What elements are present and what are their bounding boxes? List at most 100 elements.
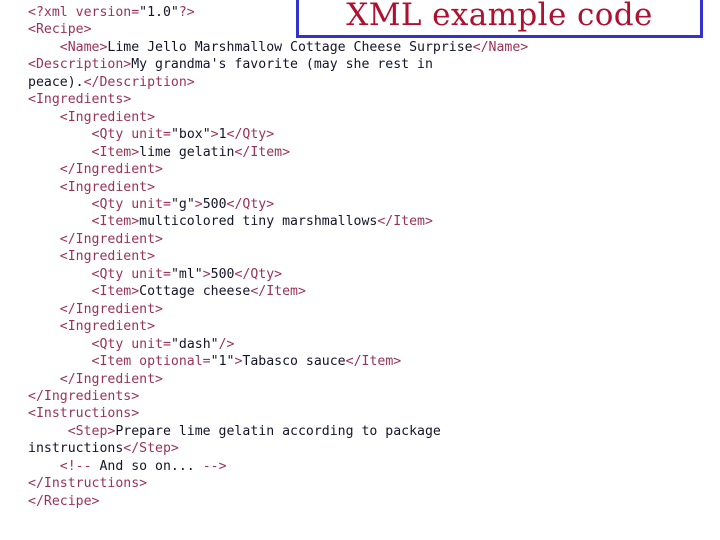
xml-tag: </Item> — [250, 284, 306, 300]
code-line: <Qty unit="ml">500</Qty> — [28, 266, 700, 283]
xml-comment-delimiter: --> — [202, 458, 227, 474]
code-line: <Ingredient> — [28, 179, 700, 196]
xml-tag: > — [194, 196, 203, 212]
xml-tag: <Ingredients> — [28, 92, 132, 108]
code-line: <Item>lime gelatin</Item> — [28, 144, 700, 161]
xml-text: Tabasco sauce — [242, 354, 346, 370]
xml-tag: <Item> — [91, 214, 140, 230]
code-line: <Name>Lime Jello Marshmallow Cottage Che… — [28, 39, 700, 56]
xml-tag: </Item> — [345, 354, 402, 370]
xml-tag: </Qty> — [234, 266, 283, 282]
xml-tag: > — [210, 127, 219, 143]
xml-comment-text: And so on... — [91, 458, 203, 474]
xml-tag: </Description> — [83, 74, 195, 90]
code-line: </Ingredient> — [28, 371, 700, 388]
xml-tag: </Instructions> — [28, 476, 148, 492]
code-line: <Ingredient> — [28, 248, 700, 265]
xml-text: "1.0" — [139, 5, 179, 20]
xml-text: 1 — [218, 127, 227, 143]
xml-tag: </Ingredient> — [59, 371, 163, 387]
code-line: <Description>My grandma's favorite (may … — [28, 56, 700, 73]
page-title: XML example code — [346, 0, 653, 33]
xml-tag: </Item> — [234, 144, 291, 160]
code-line: <Item>Cottage cheese</Item> — [28, 283, 700, 300]
xml-comment-delimiter: <!-- — [59, 458, 92, 474]
xml-tag: </Step> — [123, 441, 179, 457]
code-line: <Ingredients> — [28, 91, 700, 108]
code-line: </Ingredients> — [28, 388, 700, 405]
code-line: <Ingredient> — [28, 318, 700, 335]
xml-text: lime gelatin — [139, 144, 235, 160]
xml-tag: <Ingredient> — [59, 179, 156, 195]
xml-tag: </Qty> — [226, 196, 275, 212]
xml-tag: /> — [218, 336, 235, 352]
code-line: <Step>Prepare lime gelatin according to … — [28, 423, 700, 440]
xml-tag: <Ingredient> — [59, 109, 156, 125]
xml-tag: <Step> — [67, 423, 116, 439]
xml-tag: <Qty unit= — [91, 336, 171, 352]
code-line: <Qty unit="g">500</Qty> — [28, 196, 700, 213]
xml-tag: <Ingredient> — [59, 249, 156, 265]
code-line: <Item>multicolored tiny marshmallows</It… — [28, 213, 700, 230]
xml-tag: <Qty unit= — [91, 266, 171, 282]
code-line: </Instructions> — [28, 475, 700, 492]
code-line: peace).</Description> — [28, 74, 700, 91]
xml-tag: <Instructions> — [28, 406, 140, 422]
xml-tag: <Item> — [91, 144, 140, 160]
xml-text: "1" — [210, 354, 235, 370]
title-banner: XML example code — [296, 0, 703, 38]
xml-text: peace). — [28, 74, 84, 90]
xml-tag: </Ingredient> — [59, 162, 163, 178]
xml-text: multicolored tiny marshmallows — [139, 214, 378, 230]
code-line: </Recipe> — [28, 493, 700, 510]
xml-tag: </Ingredients> — [28, 388, 140, 404]
code-line: <Item optional="1">Tabasco sauce</Item> — [28, 353, 700, 370]
xml-text: "g" — [170, 196, 195, 212]
xml-text: instructions — [28, 441, 124, 457]
xml-tag: <Recipe> — [28, 22, 92, 38]
xml-text: Cottage cheese — [139, 284, 251, 300]
xml-text: My grandma's favorite (may she rest in — [131, 57, 433, 73]
code-line: <Qty unit="box">1</Qty> — [28, 126, 700, 143]
xml-tag: <Item> — [91, 284, 140, 300]
xml-text: "dash" — [170, 336, 219, 352]
xml-tag: <?xml version= — [28, 5, 140, 20]
xml-tag: </Name> — [472, 39, 529, 55]
xml-text: Lime Jello Marshmallow Cottage Cheese Su… — [107, 39, 473, 55]
xml-tag: </Ingredient> — [59, 301, 163, 317]
xml-tag: <Qty unit= — [91, 127, 171, 143]
xml-text: "ml" — [170, 266, 203, 282]
xml-tag: </Qty> — [226, 127, 275, 143]
xml-tag: ?> — [178, 5, 195, 20]
code-line: </Ingredient> — [28, 161, 700, 178]
xml-text: Prepare lime gelatin according to packag… — [115, 423, 441, 439]
xml-text: 500 — [210, 266, 235, 282]
code-line: instructions</Step> — [28, 440, 700, 457]
xml-tag: <Item optional= — [91, 354, 211, 370]
xml-tag: <Ingredient> — [59, 319, 156, 335]
xml-tag: </Ingredient> — [59, 231, 163, 247]
code-line: <Instructions> — [28, 405, 700, 422]
xml-text: 500 — [202, 196, 227, 212]
xml-tag: <Description> — [28, 57, 132, 73]
xml-tag: </Item> — [377, 214, 433, 230]
code-line: </Ingredient> — [28, 301, 700, 318]
code-line: </Ingredient> — [28, 231, 700, 248]
